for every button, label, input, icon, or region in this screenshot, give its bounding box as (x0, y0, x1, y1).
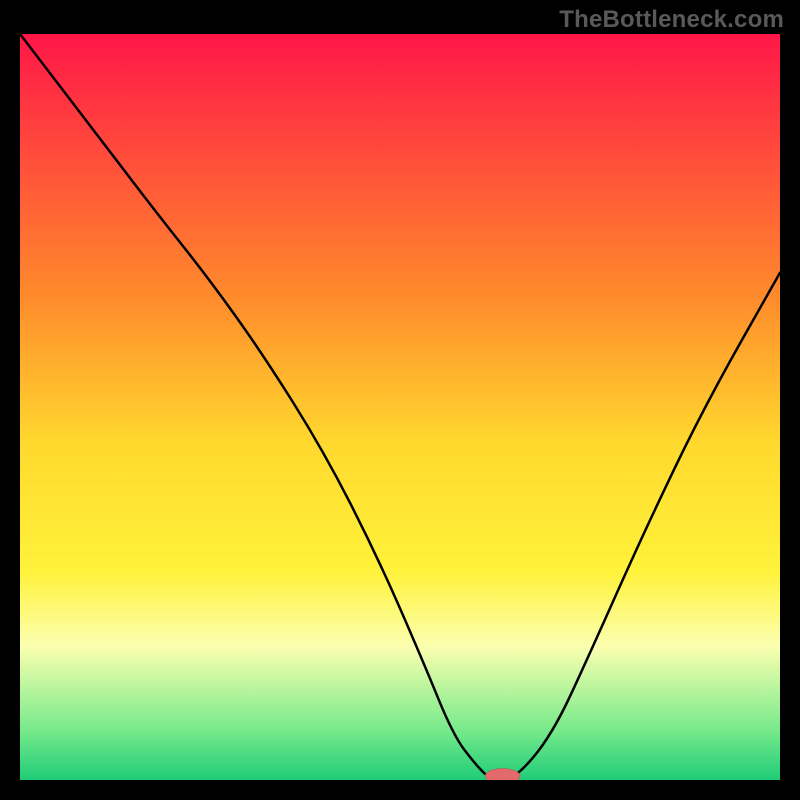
chart-frame: TheBottleneck.com (0, 0, 800, 800)
chart-svg (20, 34, 780, 780)
watermark-label: TheBottleneck.com (559, 6, 784, 34)
gradient-background (20, 34, 780, 780)
bottleneck-chart (20, 34, 780, 780)
